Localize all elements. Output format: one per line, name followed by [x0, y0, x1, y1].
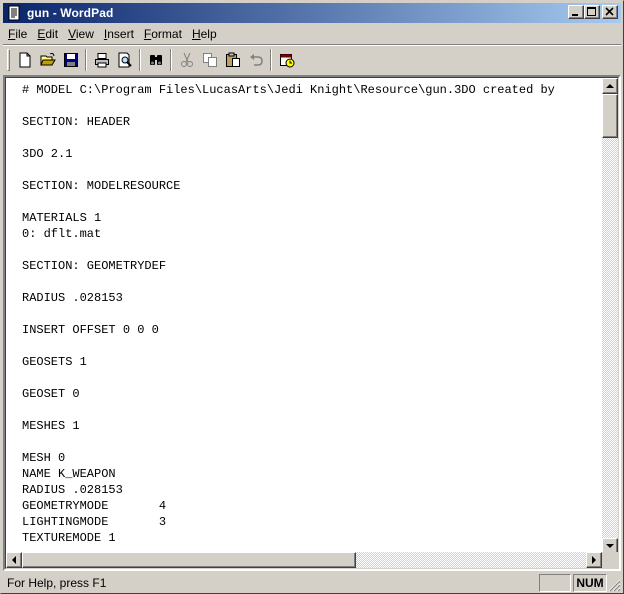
scroll-up-button[interactable] [602, 78, 618, 94]
menu-edit[interactable]: Edit [32, 25, 63, 43]
cut-icon [180, 52, 193, 67]
toolbar-separator [270, 49, 272, 71]
print-button[interactable] [90, 49, 113, 71]
num-lock-indicator: NUM [573, 574, 607, 592]
toolbar-separator [139, 49, 141, 71]
document-line: SECTION: GEOMETRYDEF [22, 259, 167, 273]
minimize-icon [572, 14, 578, 16]
scroll-right-button[interactable] [586, 552, 602, 568]
document-line: MESH 0 [22, 451, 66, 465]
save-icon [63, 53, 78, 67]
document-line: NAME K_WEAPON [22, 467, 116, 481]
undo-icon [249, 54, 263, 66]
minimize-button[interactable] [568, 5, 584, 19]
document-line: MATERIALS 1 [22, 211, 102, 225]
toolbar-grip[interactable] [7, 49, 10, 71]
menu-view[interactable]: View [63, 25, 99, 43]
close-icon [605, 7, 614, 16]
paste-icon [225, 52, 240, 67]
document-line: # MODEL C:\Program Files\LucasArts\Jedi … [22, 83, 555, 97]
document-line: 0: dflt.mat [22, 227, 102, 241]
open-icon [39, 52, 56, 66]
copy-button[interactable] [198, 49, 221, 71]
document-line: INSERT OFFSET 0 0 0 [22, 323, 159, 337]
maximize-icon [587, 7, 596, 16]
insert-datetime-button[interactable] [275, 49, 298, 71]
print-preview-button[interactable] [113, 49, 136, 71]
menu-bar: File Edit View Insert Format Help [3, 24, 621, 43]
status-help-text: For Help, press F1 [7, 576, 107, 590]
new-button[interactable] [13, 49, 36, 71]
document-line: SECTION: MODELRESOURCE [22, 179, 181, 193]
document-line: 3DO 2.1 [22, 147, 73, 161]
toolbar [3, 46, 621, 74]
new-icon [19, 52, 30, 68]
open-button[interactable] [36, 49, 59, 71]
scrollbar-corner [602, 552, 618, 568]
document-line: LIGHTINGMODE 3 [22, 515, 167, 529]
maximize-button[interactable] [584, 5, 600, 19]
vertical-scroll-thumb[interactable] [602, 94, 618, 138]
status-pane-empty [539, 574, 571, 592]
arrow-right-icon [592, 556, 596, 564]
document-line: SECTION: HEADER [22, 115, 131, 129]
undo-button[interactable] [244, 49, 267, 71]
horizontal-scroll-thumb[interactable] [22, 552, 356, 568]
menu-help[interactable]: Help [187, 25, 222, 43]
close-button[interactable] [602, 5, 618, 19]
insert-datetime-icon [279, 54, 294, 68]
print-preview-icon [118, 52, 132, 68]
document-text[interactable]: # MODEL C:\Program Files\LucasArts\Jedi … [22, 82, 608, 552]
document-line: RADIUS .028153 [22, 483, 123, 497]
toolbar-separator [170, 49, 172, 71]
status-bar: For Help, press F1 NUM [3, 573, 621, 592]
scroll-left-button[interactable] [6, 552, 22, 568]
arrow-left-icon [12, 556, 16, 564]
title-bar[interactable]: gun - WordPad [3, 3, 621, 23]
toolbar-separator [85, 49, 87, 71]
paste-button[interactable] [221, 49, 244, 71]
wordpad-app-icon[interactable] [6, 5, 22, 21]
vertical-scrollbar[interactable] [602, 78, 618, 554]
size-grip-icon[interactable] [607, 578, 621, 592]
document-line: GEOSET 0 [22, 387, 80, 401]
horizontal-scrollbar[interactable] [6, 552, 602, 568]
wordpad-window: gun - WordPad File Edit View Insert Form… [0, 0, 624, 594]
document-editor[interactable]: # MODEL C:\Program Files\LucasArts\Jedi … [5, 77, 619, 569]
save-button[interactable] [59, 49, 82, 71]
document-line: MESHES 1 [22, 419, 80, 433]
document-line: RADIUS .028153 [22, 291, 123, 305]
document-line: GEOMETRYMODE 4 [22, 499, 167, 513]
find-button[interactable] [144, 49, 167, 71]
document-line: GEOSETS 1 [22, 355, 87, 369]
arrow-up-icon [606, 84, 614, 88]
menu-file[interactable]: File [3, 25, 32, 43]
copy-icon [202, 53, 217, 67]
arrow-down-icon [606, 544, 614, 548]
menu-format[interactable]: Format [139, 25, 187, 43]
cut-button[interactable] [175, 49, 198, 71]
menu-insert[interactable]: Insert [99, 25, 139, 43]
print-icon [94, 53, 109, 68]
window-title: gun - WordPad [27, 6, 114, 20]
document-line: TEXTUREMODE 1 [22, 531, 116, 545]
document-frame: # MODEL C:\Program Files\LucasArts\Jedi … [3, 75, 621, 571]
find-icon [149, 55, 162, 65]
